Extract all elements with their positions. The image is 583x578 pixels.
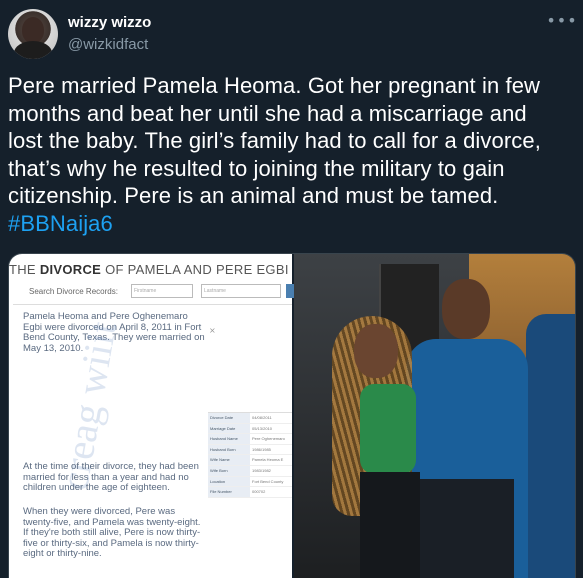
- record-key: Marriage Date: [208, 423, 250, 434]
- record-key: Husband Name: [208, 434, 250, 444]
- record-row: Divorce Date 04/08/2011: [208, 413, 292, 424]
- close-icon: ×: [209, 326, 216, 335]
- search-row: Search Divorce Records: Firstname Lastna…: [29, 284, 294, 302]
- record-key: Husband Born: [208, 444, 250, 455]
- record-row: Husband Name Pere Oghenemaro: [208, 434, 292, 445]
- record-key: Location: [208, 476, 250, 487]
- photo-woman-head: [354, 324, 398, 378]
- record-value: Pere Oghenemaro: [252, 436, 285, 442]
- record-value: 04/08/2011: [252, 415, 272, 420]
- photo-person-right: [526, 314, 575, 578]
- avatar-face: [22, 17, 44, 43]
- record-row: Marriage Date 05/13/2010: [208, 423, 292, 435]
- record-row: Wife Born 1983/1982: [208, 465, 292, 477]
- author-avatar[interactable]: [8, 9, 58, 59]
- photo-woman-top: [360, 384, 416, 474]
- search-label: Search Divorce Records:: [29, 287, 118, 296]
- record-row: File Number 000702: [208, 487, 292, 498]
- record-value: 05/13/2010: [252, 425, 273, 431]
- record-value: 1983/1982: [252, 467, 271, 473]
- search-button: [286, 284, 294, 298]
- tweet-text-line: that’s why he resulted to joining the mi…: [8, 155, 505, 181]
- record-table: Divorce Date 04/08/2011 Marriage Date 05/1…: [208, 412, 292, 498]
- photo-woman-pants: [360, 472, 420, 578]
- record-row: Wife Name Pamela Heoma E: [208, 455, 292, 466]
- tweet-header: wizzy wizzo @wizkidfact •••: [0, 0, 583, 70]
- record-value: Fort Bend County: [252, 478, 284, 484]
- record-paragraph: When they were divorced, Pere was twenty…: [23, 506, 201, 559]
- photo-man-jeans: [416, 479, 514, 578]
- record-paragraph: At the time of their divorce, they had b…: [23, 461, 199, 493]
- title-suffix: OF PAMELA AND PERE EGBI: [101, 262, 289, 277]
- divider: [13, 304, 292, 305]
- record-row: Location Fort Bend County: [208, 476, 292, 488]
- tweet-text-line: months and beat her until she had a misc…: [8, 100, 527, 126]
- record-key: Wife Born: [208, 465, 250, 476]
- record-key: Divorce Date: [208, 413, 250, 423]
- couple-photo[interactable]: [294, 254, 575, 578]
- more-horizontal-icon[interactable]: •••: [546, 8, 576, 32]
- record-value: Pamela Heoma E: [252, 457, 284, 463]
- divorce-record-image[interactable]: THE DIVORCE OF PAMELA AND PERE EGBI Sear…: [9, 254, 294, 578]
- tweet-text-line: lost the baby. The girl’s family had to …: [8, 128, 541, 153]
- record-key: Wife Name: [208, 455, 250, 465]
- record-key: File Number: [208, 487, 250, 497]
- document-title: THE DIVORCE OF PAMELA AND PERE EGBI: [9, 262, 292, 277]
- title-bold: DIVORCE: [39, 262, 102, 277]
- tweet-media[interactable]: THE DIVORCE OF PAMELA AND PERE EGBI Sear…: [8, 253, 576, 578]
- photo-man-head: [442, 279, 490, 339]
- record-value: 1986/1985: [252, 446, 271, 452]
- first-name-field: Firstname: [131, 284, 193, 298]
- tweet-text-line: Pere married Pamela Heoma. Got her pregn…: [8, 73, 541, 98]
- record-value: 000702: [252, 489, 266, 495]
- record-row: Husband Born 1986/1985: [208, 444, 292, 456]
- tweet-text: Pere married Pamela Heoma. Got her pregn…: [8, 72, 576, 237]
- tweet-text-line: citizenship. Pere is an animal and must …: [8, 183, 499, 208]
- last-name-field: Lastname: [201, 284, 281, 298]
- author-handle[interactable]: @wizkidfact: [68, 36, 148, 53]
- hashtag-link[interactable]: #BBNaija6: [8, 210, 576, 238]
- author-name[interactable]: wizzy wizzo: [68, 14, 151, 31]
- avatar-body: [14, 41, 52, 59]
- title-prefix: THE: [9, 262, 40, 277]
